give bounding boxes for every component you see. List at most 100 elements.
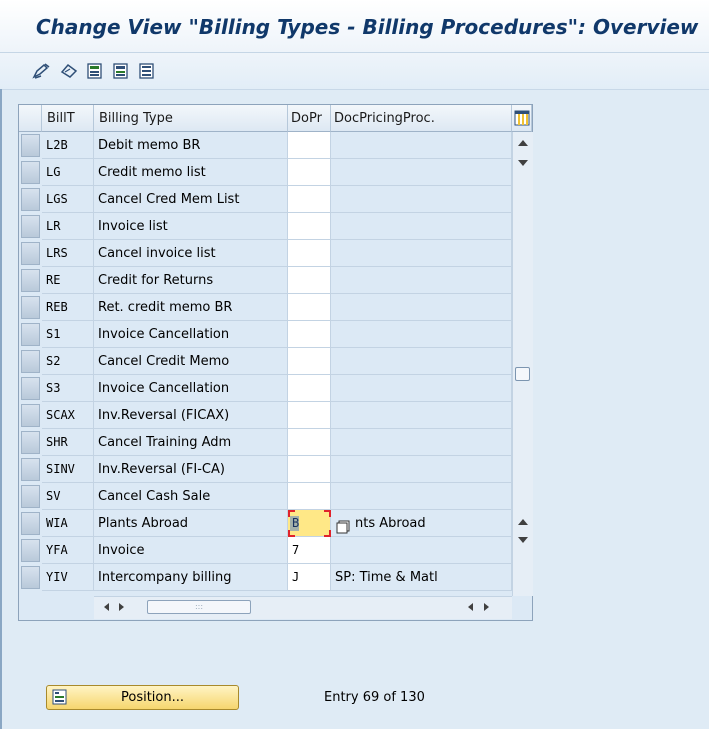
row-selector[interactable] bbox=[21, 539, 40, 562]
table-row: RE Credit for Returns bbox=[19, 267, 512, 294]
position-icon bbox=[52, 689, 67, 705]
value-help-icon[interactable] bbox=[336, 517, 350, 534]
row-selector[interactable] bbox=[21, 242, 40, 265]
scroll-left-arrow-icon[interactable] bbox=[104, 603, 109, 611]
horizontal-scrollbar-left[interactable]: ::: bbox=[94, 596, 288, 619]
table-settings-icon[interactable] bbox=[514, 110, 530, 126]
row-selector[interactable] bbox=[21, 323, 40, 346]
horizontal-scroll-thumb[interactable]: ::: bbox=[147, 600, 251, 614]
edit-pencil-icon[interactable] bbox=[32, 62, 52, 80]
doc-pricing-proc-input[interactable] bbox=[288, 132, 331, 159]
row-selector[interactable] bbox=[21, 485, 40, 508]
window-title: Change View "Billing Types - Billing Pro… bbox=[36, 15, 699, 39]
table-row: SINV Inv.Reversal (FI-CA) bbox=[19, 456, 512, 483]
row-selector[interactable] bbox=[21, 404, 40, 427]
row-selector[interactable] bbox=[21, 269, 40, 292]
billing-type-description: Cancel Training Adm bbox=[94, 429, 288, 456]
billing-type-code: LR bbox=[42, 213, 94, 240]
left-frame-edge bbox=[0, 89, 2, 729]
scroll-down-arrow-icon[interactable] bbox=[518, 160, 528, 166]
billing-type-code: S1 bbox=[42, 321, 94, 348]
position-button[interactable]: Position... bbox=[46, 685, 239, 710]
billing-type-code: L2B bbox=[42, 132, 94, 159]
vertical-scrollbar-lower[interactable] bbox=[512, 509, 533, 596]
row-selector[interactable] bbox=[21, 134, 40, 157]
doc-pricing-proc-input[interactable]: J bbox=[288, 564, 331, 591]
doc-pricing-proc-input[interactable] bbox=[288, 375, 331, 402]
row-selector[interactable] bbox=[21, 188, 40, 211]
column-header-dopr[interactable]: DoPr bbox=[288, 105, 331, 132]
doc-pricing-proc-input[interactable] bbox=[288, 267, 331, 294]
doc-pricing-proc-description bbox=[331, 456, 512, 483]
billing-type-description: Cancel Cash Sale bbox=[94, 483, 288, 510]
vertical-scrollbar[interactable] bbox=[512, 132, 533, 572]
billing-type-description: Invoice bbox=[94, 537, 288, 564]
billing-type-code: S3 bbox=[42, 375, 94, 402]
doc-pricing-proc-description bbox=[331, 375, 512, 402]
table-row: WIA Plants Abroad Bnts Abroad bbox=[19, 510, 512, 537]
doc-pricing-proc-input[interactable] bbox=[288, 456, 331, 483]
billing-type-code: YIV bbox=[42, 564, 94, 591]
billing-type-code: LRS bbox=[42, 240, 94, 267]
row-selector[interactable] bbox=[21, 566, 40, 589]
doc-pricing-proc-input[interactable]: 7 bbox=[288, 537, 331, 564]
billing-type-code: SV bbox=[42, 483, 94, 510]
billing-type-code: LG bbox=[42, 159, 94, 186]
scroll-down-arrow-icon[interactable] bbox=[518, 537, 528, 543]
billing-type-description: Invoice Cancellation bbox=[94, 375, 288, 402]
undo-icon[interactable] bbox=[59, 62, 79, 80]
billing-type-code: RE bbox=[42, 267, 94, 294]
scroll-right-arrow-icon[interactable] bbox=[484, 603, 489, 611]
billing-type-description: Debit memo BR bbox=[94, 132, 288, 159]
position-button-label: Position... bbox=[121, 690, 185, 705]
doc-pricing-proc-value: J bbox=[292, 570, 300, 584]
doc-pricing-proc-input[interactable] bbox=[288, 402, 331, 429]
table-row: REB Ret. credit memo BR bbox=[19, 294, 512, 321]
doc-pricing-proc-input[interactable] bbox=[288, 321, 331, 348]
table-row: L2B Debit memo BR bbox=[19, 132, 512, 159]
horizontal-scrollbar-right[interactable] bbox=[288, 596, 512, 619]
doc-pricing-proc-input[interactable] bbox=[288, 483, 331, 510]
scroll-left-arrow-icon[interactable] bbox=[468, 603, 473, 611]
select-block-icon[interactable] bbox=[137, 62, 157, 80]
row-selector[interactable] bbox=[21, 431, 40, 454]
column-header-docpricingproc[interactable]: DocPricingProc. bbox=[331, 105, 512, 132]
table-row: LG Credit memo list bbox=[19, 159, 512, 186]
select-all-rows-header[interactable] bbox=[19, 105, 42, 132]
doc-pricing-proc-input[interactable] bbox=[288, 213, 331, 240]
row-selector[interactable] bbox=[21, 161, 40, 184]
row-selector[interactable] bbox=[21, 377, 40, 400]
doc-pricing-proc-description bbox=[331, 402, 512, 429]
row-selector[interactable] bbox=[21, 296, 40, 319]
select-all-icon[interactable] bbox=[85, 62, 105, 80]
billing-type-description: Invoice Cancellation bbox=[94, 321, 288, 348]
doc-pricing-proc-value: 7 bbox=[292, 543, 300, 557]
doc-pricing-proc-input[interactable] bbox=[288, 348, 331, 375]
doc-pricing-proc-input[interactable] bbox=[288, 429, 331, 456]
column-header-billing-type[interactable]: Billing Type bbox=[94, 105, 288, 132]
doc-pricing-proc-description bbox=[331, 267, 512, 294]
billing-type-description: Cancel Cred Mem List bbox=[94, 186, 288, 213]
row-selector[interactable] bbox=[21, 512, 40, 535]
vertical-scroll-thumb[interactable] bbox=[515, 367, 530, 381]
doc-pricing-proc-input[interactable] bbox=[288, 294, 331, 321]
scroll-up-arrow-icon[interactable] bbox=[518, 140, 528, 146]
deselect-icon[interactable] bbox=[111, 62, 131, 80]
column-header-billt[interactable]: BillT bbox=[42, 105, 94, 132]
row-selector[interactable] bbox=[21, 350, 40, 373]
table-row: SHR Cancel Training Adm bbox=[19, 429, 512, 456]
doc-pricing-proc-input[interactable] bbox=[288, 240, 331, 267]
doc-pricing-proc-input[interactable] bbox=[288, 159, 331, 186]
billing-type-description: Inv.Reversal (FICAX) bbox=[94, 402, 288, 429]
billing-type-description: Cancel invoice list bbox=[94, 240, 288, 267]
row-selector[interactable] bbox=[21, 458, 40, 481]
table-row: YIV Intercompany billing J SP: Time & Matl bbox=[19, 564, 512, 591]
row-selector[interactable] bbox=[21, 215, 40, 238]
scroll-right-arrow-icon[interactable] bbox=[119, 603, 124, 611]
scroll-up-arrow-icon[interactable] bbox=[518, 519, 528, 525]
doc-pricing-proc-input[interactable] bbox=[288, 186, 331, 213]
doc-pricing-proc-input[interactable]: B bbox=[288, 510, 331, 537]
billing-type-description: Invoice list bbox=[94, 213, 288, 240]
doc-pricing-proc-description bbox=[331, 186, 512, 213]
billing-type-description: Cancel Credit Memo bbox=[94, 348, 288, 375]
